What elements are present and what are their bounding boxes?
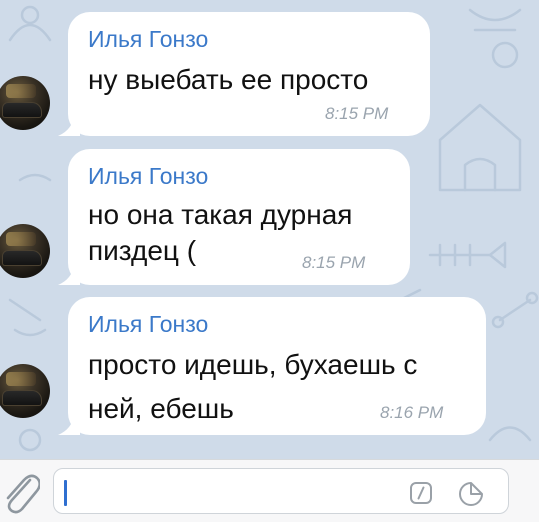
chat-history[interactable]: Илья Гонзо ну выебать ее просто 8:15 PM … (0, 0, 539, 459)
message-input[interactable] (53, 468, 509, 514)
text-cursor (64, 480, 67, 506)
sender-name[interactable]: Илья Гонзо (88, 26, 208, 53)
paperclip-icon[interactable] (0, 470, 40, 514)
avatar-photo-car (2, 102, 42, 118)
message-timestamp: 8:15 PM (302, 253, 366, 272)
sticker-icon[interactable] (457, 480, 485, 508)
avatar-photo-light (6, 372, 36, 386)
message-timestamp: 8:15 PM (325, 104, 389, 123)
message-bubble[interactable]: Илья Гонзо но она такая дурная пиздец ( … (58, 149, 410, 285)
message-text: но она такая дурная (88, 199, 353, 230)
bubble-tail (58, 265, 80, 285)
message-text: просто идешь, бухаешь с (88, 349, 418, 380)
slash-command-icon[interactable] (409, 481, 433, 505)
message-bubble[interactable]: Илья Гонзо ну выебать ее просто 8:15 PM (58, 12, 430, 136)
avatar-photo-car (2, 250, 42, 266)
composer-bar (0, 459, 539, 522)
message-text: ней, ебешь (88, 393, 234, 424)
avatar-photo-car (2, 390, 42, 406)
bubble-tail (58, 116, 80, 136)
bubble-tail (58, 415, 80, 435)
avatar-photo-light (6, 84, 36, 98)
avatar-photo-light (6, 232, 36, 246)
message-bubble[interactable]: Илья Гонзо просто идешь, бухаешь с ней, … (58, 297, 486, 435)
sender-name[interactable]: Илья Гонзо (88, 163, 208, 190)
message-text: ну выебать ее просто (88, 64, 369, 95)
sender-name[interactable]: Илья Гонзо (88, 311, 208, 338)
message-timestamp: 8:16 PM (380, 403, 444, 422)
message-text: пиздец ( (88, 235, 197, 266)
